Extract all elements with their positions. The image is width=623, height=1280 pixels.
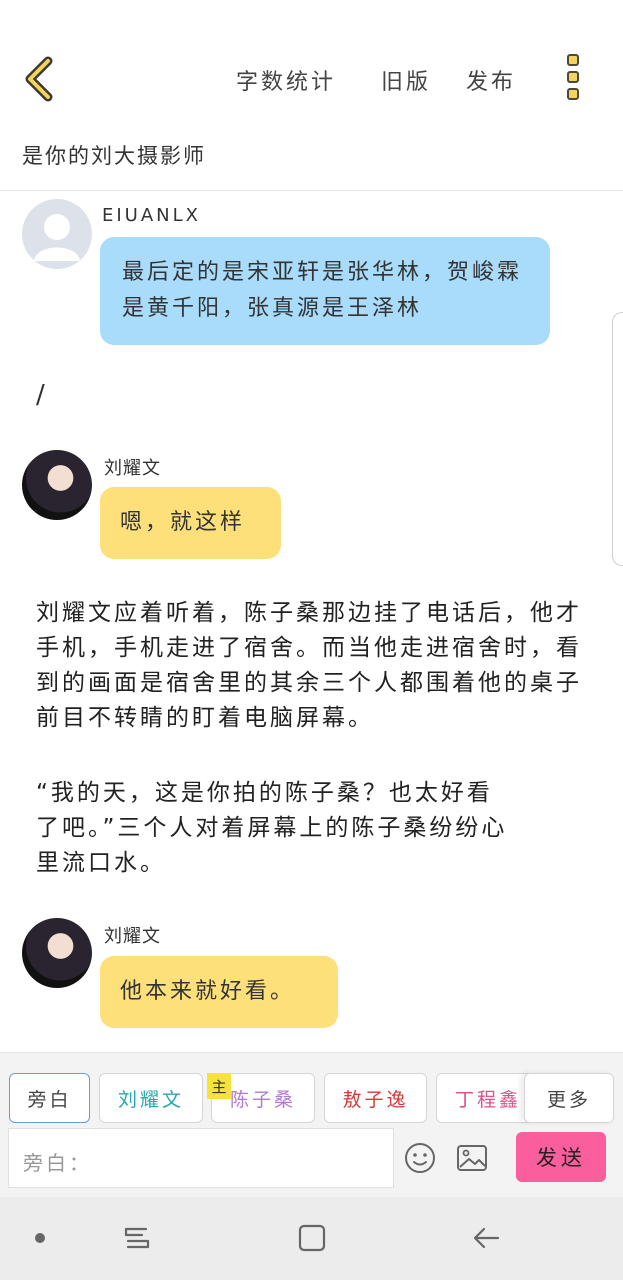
divider (0, 190, 623, 191)
message-bubble[interactable]: 他本来就好看。 (100, 956, 338, 1028)
message-bubble[interactable]: 嗯，就这样 (100, 487, 281, 559)
sender-name: EIUANLX (102, 205, 201, 226)
role-tab-narrator[interactable]: 旁白 (9, 1073, 90, 1123)
role-tab-liu-yaowen[interactable]: 刘耀文 (99, 1073, 203, 1123)
image-icon (457, 1145, 487, 1171)
emoji-button[interactable] (404, 1142, 436, 1174)
old-version-button[interactable]: 旧版 (381, 64, 431, 96)
image-button[interactable] (456, 1143, 488, 1173)
top-bar: 字数统计 旧版 发布 (0, 0, 623, 130)
role-label: 刘耀文 (117, 1088, 184, 1111)
nav-back-button[interactable] (470, 1221, 504, 1255)
role-label: 敖子逸 (342, 1088, 409, 1111)
home-icon (298, 1224, 326, 1252)
role-label: 旁白 (27, 1088, 72, 1111)
send-button[interactable]: 发送 (516, 1132, 606, 1182)
publish-button[interactable]: 发布 (466, 64, 516, 96)
role-label: 丁程鑫 (454, 1088, 521, 1111)
default-avatar-icon (34, 214, 80, 261)
home-button[interactable] (295, 1221, 329, 1255)
nav-dot[interactable] (23, 1221, 57, 1255)
narration-slash: / (36, 380, 45, 410)
recent-apps-button[interactable] (120, 1221, 154, 1255)
side-pull-tab[interactable] (612, 312, 623, 566)
nav-back-icon (473, 1227, 500, 1249)
back-arrow-icon (25, 56, 53, 102)
recent-apps-icon (124, 1227, 150, 1249)
narration-paragraph[interactable]: 刘耀文应着听着，陈子桑那边挂了电话后，他才手机，手机走进了宿舍。而当他走进宿舍时… (36, 596, 596, 736)
word-count-button[interactable]: 字数统计 (236, 64, 336, 96)
role-tab-ao-ziyi[interactable]: 敖子逸 (324, 1073, 427, 1123)
more-vertical-icon (562, 54, 584, 100)
sender-name: 刘耀文 (104, 458, 161, 479)
role-label: 陈子桑 (229, 1088, 296, 1111)
avatar[interactable] (22, 918, 92, 988)
dot-icon (35, 1233, 45, 1243)
back-button[interactable] (20, 55, 64, 103)
narration-paragraph[interactable]: “我的天，这是你拍的陈子桑？也太好看了吧。”三个人对着屏幕上的陈子桑纷纷心里流口… (36, 776, 516, 881)
more-label: 更多 (546, 1088, 591, 1111)
avatar[interactable] (22, 450, 92, 520)
message-input[interactable]: 旁白： (8, 1128, 394, 1188)
story-title: 是你的刘大摄影师 (22, 144, 206, 168)
host-badge: 主 (207, 1073, 231, 1099)
more-menu-button[interactable] (562, 54, 584, 104)
system-nav-bar (0, 1197, 623, 1280)
message-bubble[interactable]: 最后定的是宋亚轩是张华林，贺峻霖是黄千阳，张真源是王泽林 (100, 237, 550, 345)
avatar[interactable] (22, 199, 92, 269)
more-roles-button[interactable]: 更多 (524, 1073, 614, 1123)
sender-name: 刘耀文 (104, 926, 161, 947)
emoji-icon (405, 1143, 435, 1173)
